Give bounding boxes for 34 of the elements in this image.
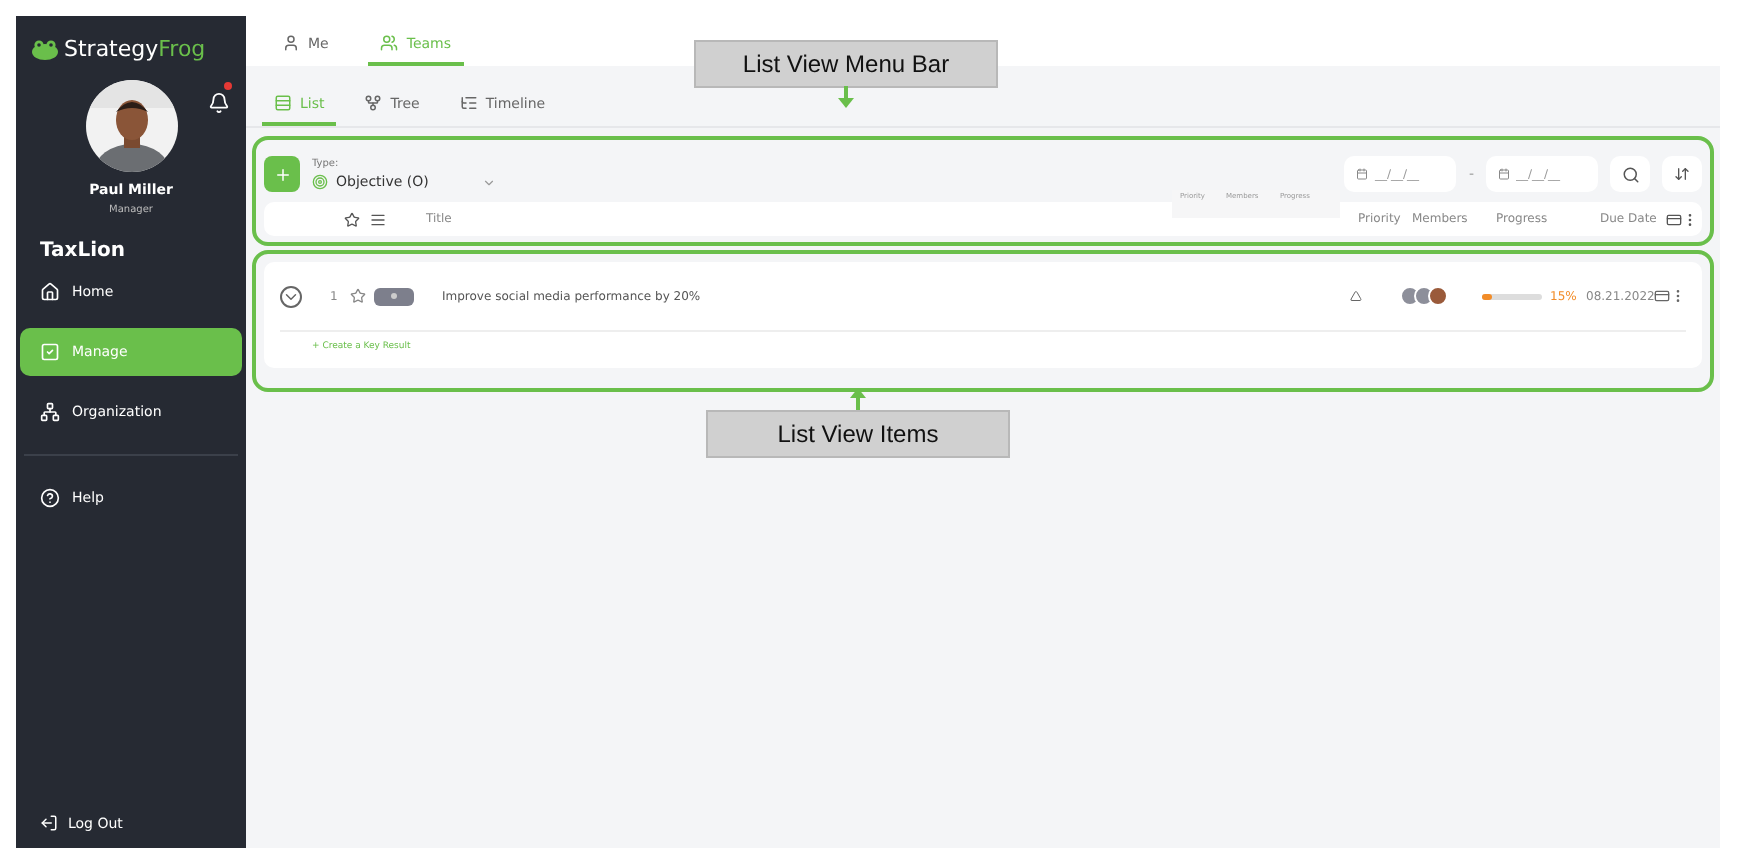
person-icon xyxy=(282,34,300,52)
hierarchy-icon xyxy=(40,402,60,422)
logout-icon xyxy=(40,814,58,832)
card-icon[interactable] xyxy=(1666,211,1682,227)
sort-button[interactable] xyxy=(1662,156,1702,192)
brand-name: StrategyFrog xyxy=(64,36,206,62)
tree-icon xyxy=(364,94,383,112)
calendar-icon xyxy=(1356,168,1369,180)
checkbox-icon xyxy=(40,342,60,362)
priority-icon xyxy=(1350,290,1362,302)
help-icon xyxy=(40,488,60,508)
annotation-label: List View Items xyxy=(706,410,1010,458)
organization-name: TaxLion xyxy=(38,240,128,262)
frog-logo-icon xyxy=(32,39,58,59)
plus-icon xyxy=(273,165,291,183)
calendar-icon xyxy=(1498,168,1510,180)
sort-icon xyxy=(1674,166,1690,182)
star-icon[interactable] xyxy=(344,211,360,227)
annotation-label: List View Menu Bar xyxy=(694,40,998,88)
search-button[interactable] xyxy=(1610,156,1650,192)
card-icon[interactable] xyxy=(1654,288,1670,304)
timeline-icon xyxy=(459,94,478,112)
search-icon xyxy=(1621,165,1639,183)
target-icon xyxy=(312,174,328,190)
caret-icon xyxy=(482,175,496,189)
star-icon[interactable] xyxy=(350,288,366,304)
annotation-arrow xyxy=(838,86,854,108)
home-icon xyxy=(40,282,60,302)
list-icon[interactable] xyxy=(370,211,386,227)
people-icon xyxy=(380,34,399,52)
expand-icon[interactable] xyxy=(280,285,302,307)
member-avatars xyxy=(1406,286,1448,306)
list-icon xyxy=(274,94,292,112)
status-badge xyxy=(374,287,414,305)
